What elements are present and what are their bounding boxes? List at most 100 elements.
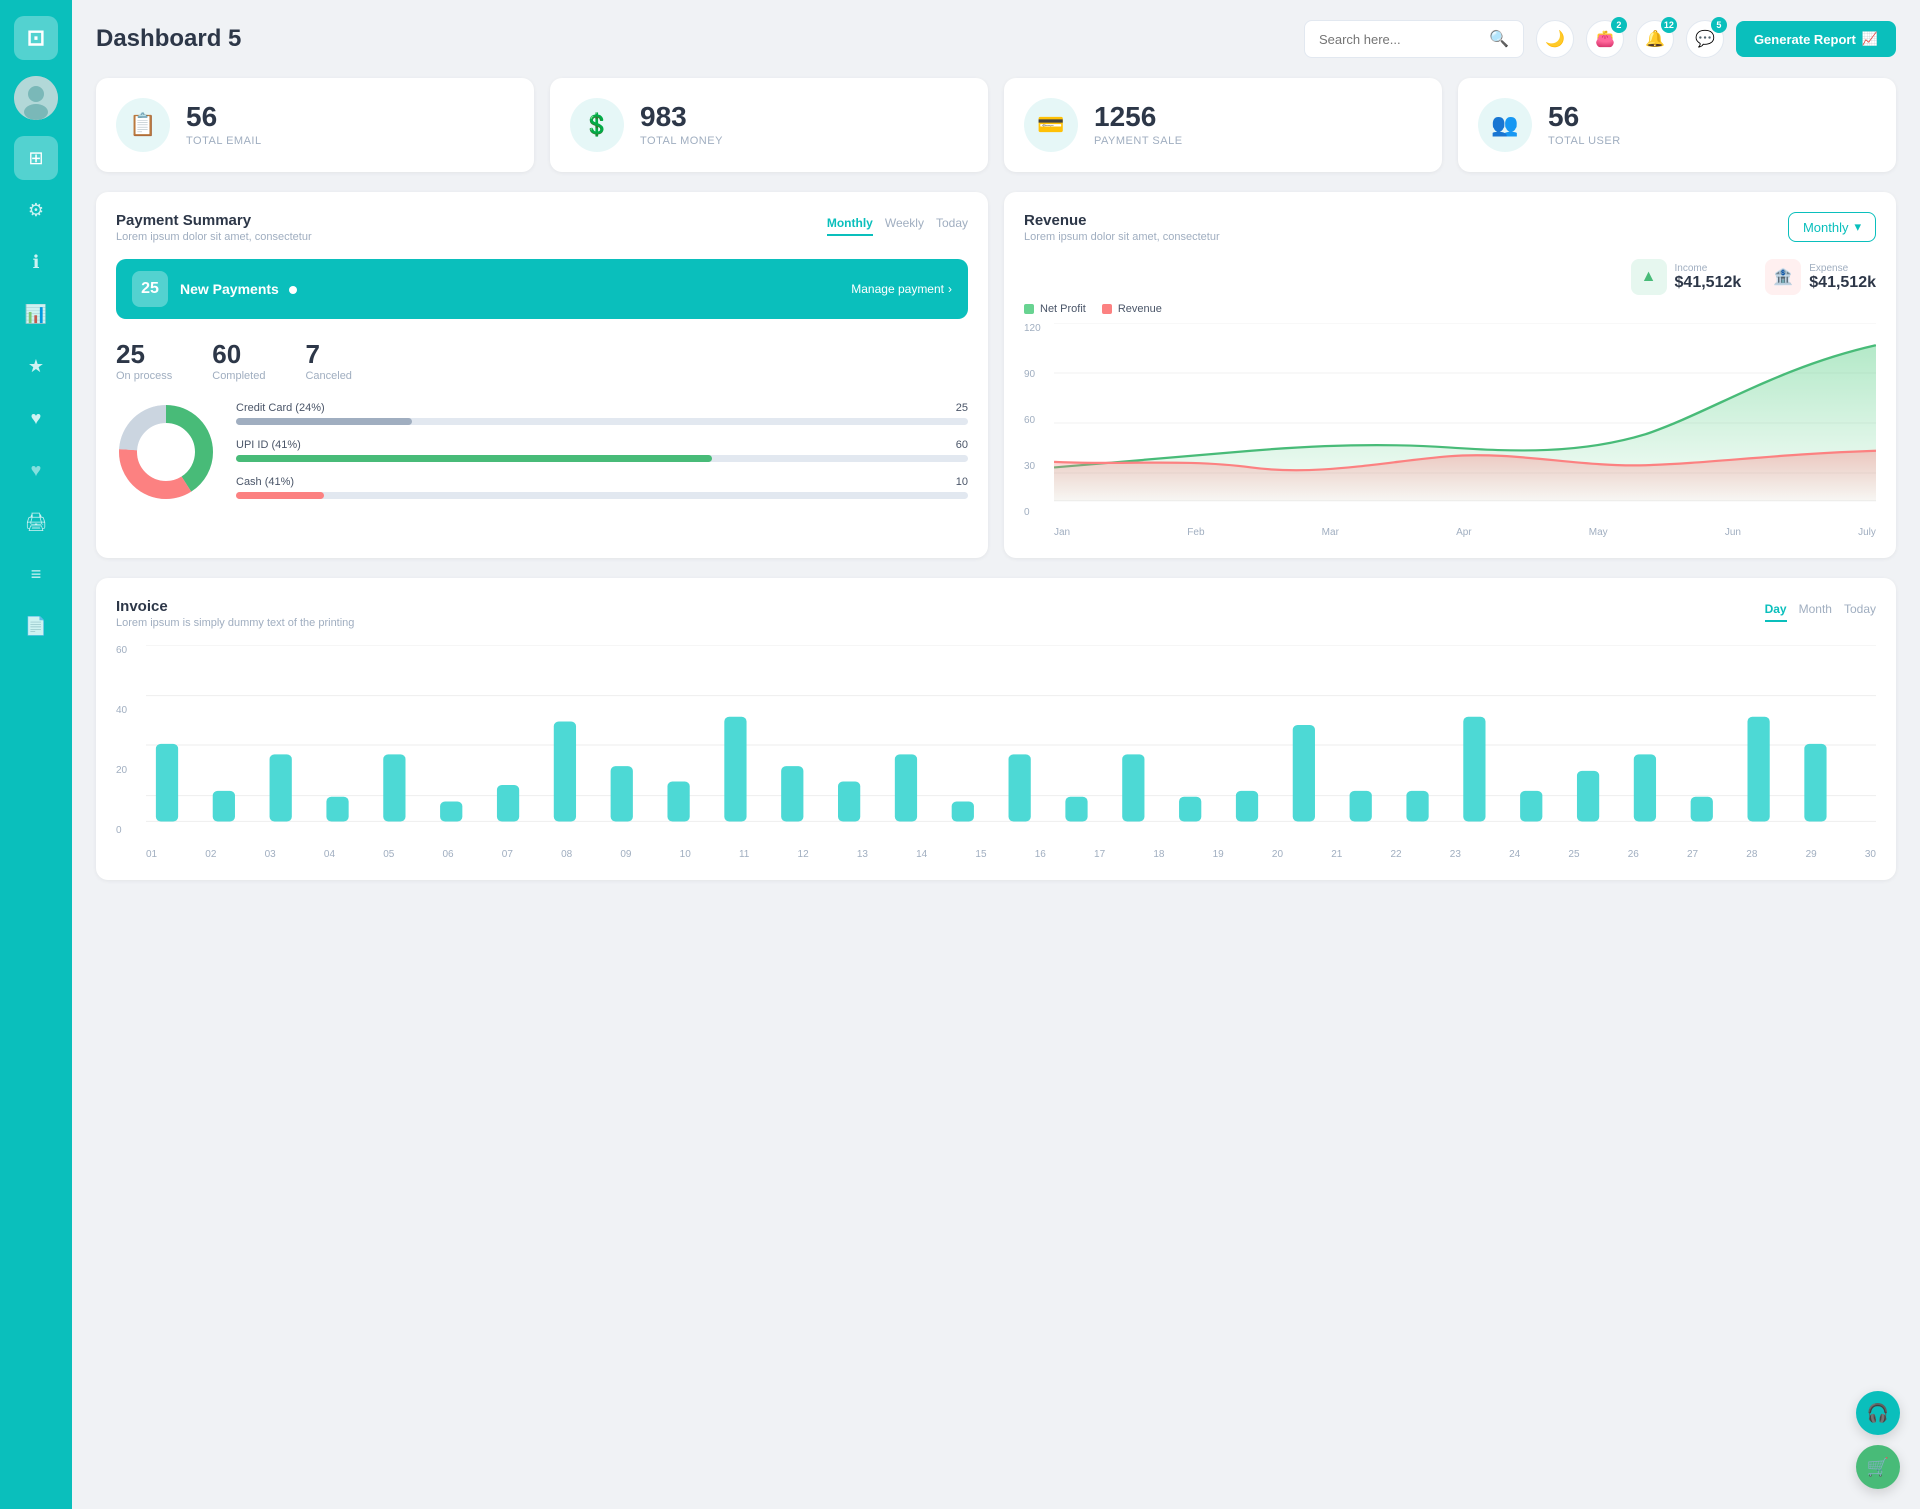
- cash-bar: [236, 492, 324, 499]
- main-content: Dashboard 5 🔍 🌙 👛 2 🔔 12 💬 5 Generate Re…: [72, 0, 1920, 1509]
- revenue-chart-container: 120 90 60 30 0: [1024, 323, 1876, 538]
- sidebar-item-menu[interactable]: ≡: [14, 552, 58, 596]
- search-input[interactable]: [1319, 32, 1481, 47]
- net-profit-dot: [1024, 304, 1034, 314]
- email-label: TOTAL EMAIL: [186, 135, 262, 147]
- payment-count: 1256: [1094, 103, 1183, 131]
- tab-today[interactable]: Today: [936, 212, 968, 236]
- income-label: Income: [1675, 263, 1742, 274]
- upi-value: 60: [956, 439, 968, 451]
- middle-section: Payment Summary Lorem ipsum dolor sit am…: [96, 192, 1896, 558]
- expense-stat: 🏦 Expense $41,512k: [1765, 259, 1876, 295]
- invoice-tabs: Day Month Today: [1765, 598, 1876, 622]
- payment-bottom: Credit Card (24%) 25 UPI ID (41%) 60: [116, 402, 968, 513]
- avatar[interactable]: [14, 76, 58, 120]
- invoice-chart-container: 60 40 20 0: [116, 645, 1876, 860]
- sidebar-logo[interactable]: ⊡: [14, 16, 58, 60]
- completed-count: 60: [212, 339, 265, 370]
- tab-day[interactable]: Day: [1765, 598, 1787, 622]
- stat-card-money: 💲 983 TOTAL MONEY: [550, 78, 988, 172]
- upi-label: UPI ID (41%): [236, 439, 301, 451]
- revenue-chart-svg: [1054, 323, 1876, 523]
- sidebar-item-analytics[interactable]: 📊: [14, 292, 58, 336]
- sidebar-item-docs[interactable]: 📄: [14, 604, 58, 648]
- money-label: TOTAL MONEY: [640, 135, 723, 147]
- page-title: Dashboard 5: [96, 25, 241, 53]
- progress-list: Credit Card (24%) 25 UPI ID (41%) 60: [236, 402, 968, 513]
- invoice-x-axis: 01 02 03 04 05 06 07 08 09 10 11 12 13 1…: [116, 849, 1876, 860]
- payment-summary-panel: Payment Summary Lorem ipsum dolor sit am…: [96, 192, 988, 558]
- tab-weekly[interactable]: Weekly: [885, 212, 924, 236]
- search-icon: 🔍: [1489, 29, 1509, 49]
- credit-card-bar: [236, 418, 412, 425]
- sidebar-item-heart[interactable]: ♥: [14, 396, 58, 440]
- sidebar-item-dashboard[interactable]: ⊞: [14, 136, 58, 180]
- manage-payment-link[interactable]: Manage payment ›: [851, 282, 952, 296]
- credit-card-label: Credit Card (24%): [236, 402, 325, 414]
- payment-summary-subtitle: Lorem ipsum dolor sit amet, consectetur: [116, 231, 312, 243]
- header-actions: 🔍 🌙 👛 2 🔔 12 💬 5 Generate Report 📈: [1304, 20, 1896, 58]
- sidebar-item-info[interactable]: ℹ: [14, 240, 58, 284]
- sidebar-item-heart2[interactable]: ♥: [14, 448, 58, 492]
- sidebar-item-settings[interactable]: ⚙: [14, 188, 58, 232]
- invoice-chart-svg: [146, 645, 1876, 845]
- search-box[interactable]: 🔍: [1304, 20, 1524, 58]
- email-icon: 📋: [116, 98, 170, 152]
- invoice-title: Invoice: [116, 598, 354, 615]
- donut-svg: [116, 402, 216, 502]
- tab-month[interactable]: Month: [1799, 598, 1832, 622]
- stat-completed: 60 Completed: [212, 339, 265, 382]
- cart-button[interactable]: 🛒: [1856, 1445, 1900, 1489]
- new-payments-bar: 25 New Payments Manage payment ›: [116, 259, 968, 319]
- on-process-label: On process: [116, 370, 172, 382]
- user-label: TOTAL USER: [1548, 135, 1621, 147]
- floating-buttons: 🎧 🛒: [1856, 1391, 1900, 1489]
- tab-monthly[interactable]: Monthly: [827, 212, 873, 236]
- bell-badge: 12: [1661, 17, 1677, 33]
- invoice-y-axis: 60 40 20 0: [116, 645, 127, 836]
- income-icon-wrap: ▲: [1631, 259, 1667, 295]
- header: Dashboard 5 🔍 🌙 👛 2 🔔 12 💬 5 Generate Re…: [96, 20, 1896, 58]
- chat-btn[interactable]: 💬 5: [1686, 20, 1724, 58]
- email-count: 56: [186, 103, 262, 131]
- chart-icon: 📈: [1862, 31, 1878, 47]
- revenue-x-axis: Jan Feb Mar Apr May Jun July: [1024, 527, 1876, 538]
- sidebar-item-favorites[interactable]: ★: [14, 344, 58, 388]
- sidebar: ⊡ ⊞ ⚙ ℹ 📊 ★ ♥ ♥ 🖨 ≡ 📄: [0, 0, 72, 1509]
- credit-card-value: 25: [956, 402, 968, 414]
- user-icon: 👥: [1478, 98, 1532, 152]
- stat-card-user: 👥 56 TOTAL USER: [1458, 78, 1896, 172]
- revenue-panel: Revenue Lorem ipsum dolor sit amet, cons…: [1004, 192, 1896, 558]
- dark-mode-btn[interactable]: 🌙: [1536, 20, 1574, 58]
- new-payments-count: 25: [132, 271, 168, 307]
- upi-bar: [236, 455, 712, 462]
- canceled-count: 7: [305, 339, 351, 370]
- invoice-header: Invoice Lorem ipsum is simply dummy text…: [116, 598, 1876, 629]
- income-value: $41,512k: [1675, 274, 1742, 292]
- revenue-monthly-dropdown[interactable]: Monthly ▾: [1788, 212, 1876, 242]
- progress-credit-card: Credit Card (24%) 25: [236, 402, 968, 425]
- invoice-subtitle: Lorem ipsum is simply dummy text of the …: [116, 617, 354, 629]
- payment-icon: 💳: [1024, 98, 1078, 152]
- support-button[interactable]: 🎧: [1856, 1391, 1900, 1435]
- stat-cards: 📋 56 TOTAL EMAIL 💲 983 TOTAL MONEY 💳 125…: [96, 78, 1896, 172]
- income-icon: ▲: [1641, 268, 1657, 286]
- wallet-badge: 2: [1611, 17, 1627, 33]
- donut-chart: [116, 402, 216, 513]
- revenue-y-axis: 120 90 60 30 0: [1024, 323, 1041, 518]
- cash-value: 10: [956, 476, 968, 488]
- sidebar-item-print[interactable]: 🖨: [14, 500, 58, 544]
- revenue-legend-label: Revenue: [1118, 303, 1162, 315]
- revenue-dot: [1102, 304, 1112, 314]
- revenue-stats: ▲ Income $41,512k 🏦 Expense $41,512k: [1024, 259, 1876, 295]
- stat-canceled: 7 Canceled: [305, 339, 351, 382]
- bell-btn[interactable]: 🔔 12: [1636, 20, 1674, 58]
- expense-value: $41,512k: [1809, 274, 1876, 292]
- generate-report-button[interactable]: Generate Report 📈: [1736, 21, 1896, 57]
- wallet-btn[interactable]: 👛 2: [1586, 20, 1624, 58]
- completed-label: Completed: [212, 370, 265, 382]
- user-count: 56: [1548, 103, 1621, 131]
- money-count: 983: [640, 103, 723, 131]
- on-process-count: 25: [116, 339, 172, 370]
- tab-today[interactable]: Today: [1844, 598, 1876, 622]
